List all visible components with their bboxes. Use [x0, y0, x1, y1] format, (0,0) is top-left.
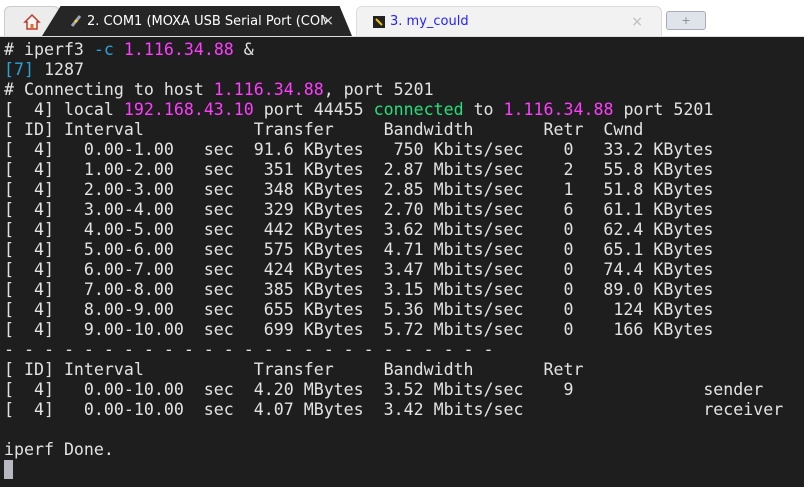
- terminal-line: [ 4] 1.00-2.00 sec 351 KBytes 2.87 Mbits…: [4, 160, 783, 180]
- terminal-text: [ 4] 0.00-10.00 sec 4.07 MBytes 3.42 Mbi…: [4, 400, 784, 419]
- terminal-line: [ 4] 7.00-8.00 sec 385 KBytes 3.15 Mbits…: [4, 280, 783, 300]
- tab-my-could[interactable]: 3. my_could ×: [356, 6, 662, 36]
- terminal-line: [ 4] 0.00-10.00 sec 4.07 MBytes 3.42 Mbi…: [4, 400, 783, 420]
- terminal-line: [7] 1287: [4, 60, 783, 80]
- terminal-text: [ 4] 0.00-10.00 sec 4.20 MBytes 3.52 Mbi…: [4, 380, 764, 399]
- terminal-text: 1.116.34.88: [503, 100, 614, 119]
- terminal-line: [4, 420, 783, 440]
- terminal-line: [ 4] 8.00-9.00 sec 655 KBytes 5.36 Mbits…: [4, 300, 783, 320]
- terminal-text: port 44455: [253, 100, 374, 119]
- terminal-text: &: [233, 40, 254, 59]
- prompt-line: [4, 460, 783, 480]
- terminal-text: 1.116.34.88: [213, 80, 324, 99]
- terminal-line: [ ID] Interval Transfer Bandwidth Retr C…: [4, 120, 783, 140]
- terminal-text: -c: [93, 40, 114, 59]
- terminal-text: to: [463, 100, 504, 119]
- terminal-text: 1.116.34.88: [123, 40, 234, 59]
- terminal-text: [ 4] 9.00-10.00 sec 699 KBytes 5.72 Mbit…: [4, 320, 714, 339]
- tab-bar: 2. COM1 (MOXA USB Serial Port (COM1)) × …: [0, 0, 804, 37]
- terminal-text: [ 4] 0.00-1.00 sec 91.6 KBytes 750 Kbits…: [4, 140, 714, 159]
- terminal-text: [ 4] 4.00-5.00 sec 442 KBytes 3.62 Mbits…: [4, 220, 714, 239]
- terminal-text: iperf Done.: [4, 440, 114, 459]
- terminal-text: # iperf3: [4, 40, 94, 59]
- terminal-line: [ 4] 0.00-10.00 sec 4.20 MBytes 3.52 Mbi…: [4, 380, 783, 400]
- terminal-line: [ 4] 5.00-6.00 sec 575 KBytes 4.71 Mbits…: [4, 240, 783, 260]
- terminal-text: [ 4] 1.00-2.00 sec 351 KBytes 2.87 Mbits…: [4, 160, 714, 179]
- close-tab-button[interactable]: ×: [322, 13, 334, 29]
- terminal-text: port 5201: [613, 100, 714, 119]
- terminal-line: - - - - - - - - - - - - - - - - - - - - …: [4, 340, 783, 360]
- terminal-line: # Connecting to host 1.116.34.88, port 5…: [4, 80, 783, 100]
- terminal-output[interactable]: # iperf3 -c 1.116.34.88 & [7] 1287 # Conne…: [4, 40, 783, 480]
- terminal-line: [ 4] 9.00-10.00 sec 699 KBytes 5.72 Mbit…: [4, 320, 783, 340]
- cursor: [4, 460, 13, 479]
- terminal-line: [ 4] 3.00-4.00 sec 329 KBytes 2.70 Mbits…: [4, 200, 783, 220]
- terminal-line: iperf Done.: [4, 440, 783, 460]
- close-tab-button[interactable]: ×: [631, 14, 643, 30]
- terminal-text: [ 4] 8.00-9.00 sec 655 KBytes 5.36 Mbits…: [4, 300, 714, 319]
- terminal-line: [ ID] Interval Transfer Bandwidth Retr: [4, 360, 783, 380]
- terminal-line: [ 4] 0.00-1.00 sec 91.6 KBytes 750 Kbits…: [4, 140, 783, 160]
- terminal-text: # Connecting to host: [4, 80, 214, 99]
- terminal-line: [ 4] 4.00-5.00 sec 442 KBytes 3.62 Mbits…: [4, 220, 783, 240]
- terminal-text: [ 4] local: [4, 100, 124, 119]
- terminal-text: [ ID] Interval Transfer Bandwidth Retr C…: [4, 120, 644, 139]
- key-icon: [373, 15, 385, 28]
- serial-cable-icon: [70, 15, 82, 27]
- terminal-text: [ 4] 6.00-7.00 sec 424 KBytes 3.47 Mbits…: [4, 260, 714, 279]
- terminal-text: [ 4] 2.00-3.00 sec 348 KBytes 2.85 Mbits…: [4, 180, 714, 199]
- terminal-text: [ ID] Interval Transfer Bandwidth Retr: [4, 360, 584, 379]
- home-icon: [23, 13, 41, 30]
- tab-com1[interactable]: 2. COM1 (MOXA USB Serial Port (COM1)) ×: [42, 6, 352, 36]
- tab-label: 2. COM1 (MOXA USB Serial Port (COM1)): [87, 13, 327, 29]
- new-tab-button[interactable]: +: [666, 11, 706, 30]
- terminal-text: 1287: [33, 60, 84, 79]
- terminal-text: [ 4] 3.00-4.00 sec 329 KBytes 2.70 Mbits…: [4, 200, 714, 219]
- terminal-text: 192.168.43.10: [123, 100, 254, 119]
- terminal-text: [ 4] 5.00-6.00 sec 575 KBytes 4.71 Mbits…: [4, 240, 714, 259]
- terminal-text: - - - - - - - - - - - - - - - - - - - - …: [4, 340, 494, 359]
- terminal-text: connected: [373, 100, 464, 119]
- terminal-line: [ 4] local 192.168.43.10 port 44455 conn…: [4, 100, 783, 120]
- terminal-text: , port 5201: [323, 80, 434, 99]
- terminal-line: [ 4] 6.00-7.00 sec 424 KBytes 3.47 Mbits…: [4, 260, 783, 280]
- tab-label: 3. my_could: [390, 14, 469, 29]
- terminal-text: [ 4] 7.00-8.00 sec 385 KBytes 3.15 Mbits…: [4, 280, 714, 299]
- terminal-line: [ 4] 2.00-3.00 sec 348 KBytes 2.85 Mbits…: [4, 180, 783, 200]
- terminal-line: # iperf3 -c 1.116.34.88 &: [4, 40, 783, 60]
- terminal-text: [7]: [4, 60, 34, 79]
